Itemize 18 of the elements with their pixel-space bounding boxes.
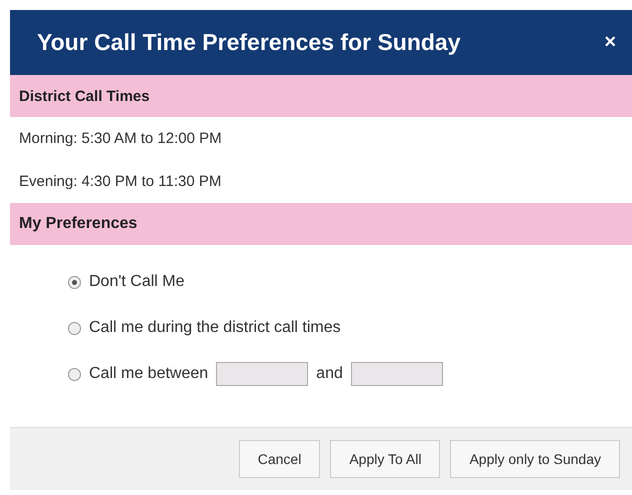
section-header: District Call Times (10, 75, 632, 117)
call-time-text: Evening: 4:30 PM to 11:30 PM (18, 172, 222, 192)
radio-button[interactable] (68, 276, 81, 288)
joiner-text: and (316, 365, 343, 383)
dialog-title: Your Call Time Preferences for Sunday (37, 29, 461, 56)
option-label[interactable]: Call me between (89, 365, 208, 383)
option-label[interactable]: Don't Call Me (89, 273, 185, 291)
dialog-button[interactable]: Apply only to Sunday (450, 440, 620, 478)
time-field[interactable] (216, 362, 308, 386)
radio-button[interactable] (68, 322, 81, 334)
dialog-button[interactable]: Apply To All (330, 440, 440, 478)
radio-button[interactable] (68, 368, 81, 380)
section-header: My Preferences (10, 203, 632, 245)
time-field[interactable] (350, 362, 443, 386)
close-button[interactable]: × (598, 30, 622, 55)
option-label[interactable]: Call me during the district call times (89, 319, 341, 337)
call-time-text: Morning: 5:30 AM to 12:00 PM (18, 129, 223, 149)
dialog-button[interactable]: Cancel (238, 440, 320, 478)
